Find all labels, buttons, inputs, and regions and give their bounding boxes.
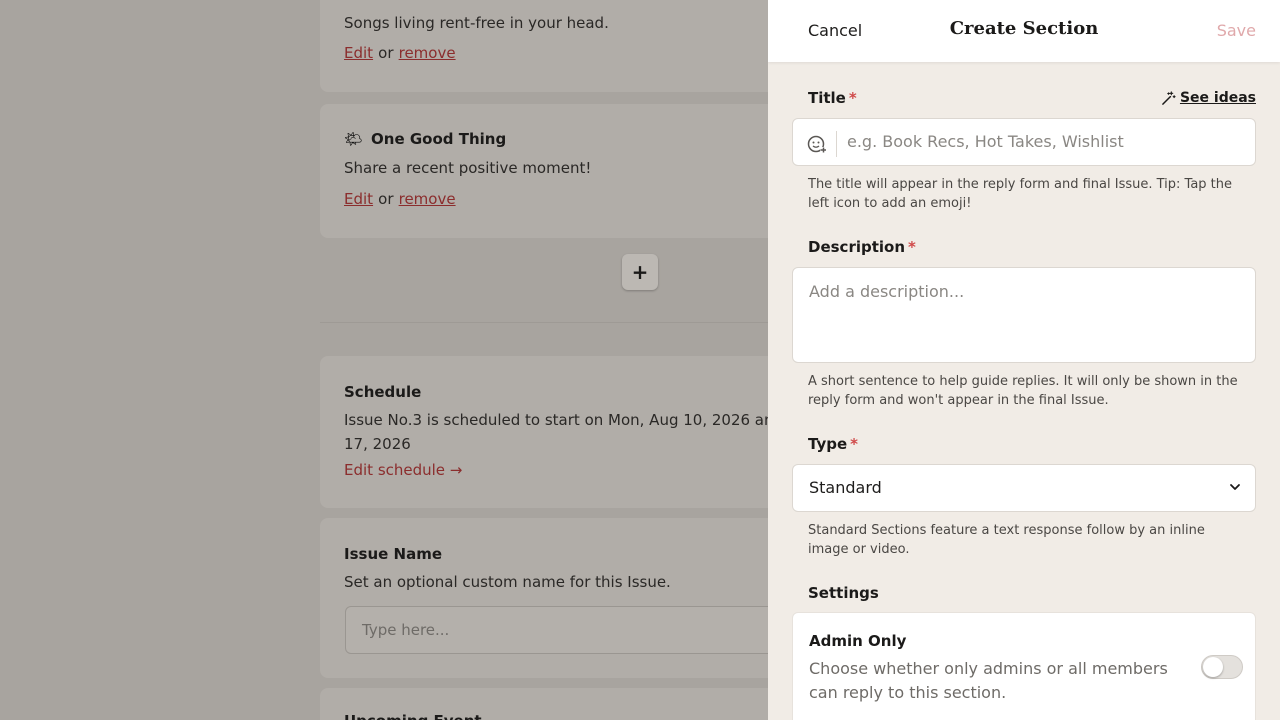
or-text: or bbox=[378, 190, 394, 208]
remove-link[interactable]: remove bbox=[399, 44, 456, 62]
edit-schedule-link[interactable]: Edit schedule → bbox=[344, 461, 462, 479]
section-title: One Good Thing bbox=[371, 130, 507, 148]
title-label-text: Title bbox=[808, 89, 846, 107]
type-selected-value: Standard bbox=[809, 478, 882, 497]
drawer-title: Create Section bbox=[949, 18, 1099, 39]
add-section-button[interactable]: + bbox=[622, 254, 658, 290]
section-card-one-good-thing: 🌤 One Good Thing Share a recent positive… bbox=[320, 104, 840, 238]
type-label: Type * bbox=[808, 435, 858, 453]
divider bbox=[320, 322, 768, 323]
upcoming-event-title: Upcoming Event bbox=[344, 712, 482, 720]
schedule-card: Schedule Issue No.3 is scheduled to star… bbox=[320, 356, 840, 508]
title-field[interactable]: e.g. Book Recs, Hot Takes, Wishlist bbox=[792, 118, 1256, 166]
section-description: Share a recent positive moment! bbox=[344, 159, 592, 177]
type-hint: Standard Sections feature a text respons… bbox=[808, 523, 1205, 557]
see-ideas-link[interactable]: See ideas bbox=[1161, 90, 1256, 106]
admin-only-description: Choose whether only admins or all member… bbox=[809, 659, 1168, 702]
issue-name-title: Issue Name bbox=[344, 545, 442, 563]
chevron-down-icon bbox=[1230, 484, 1240, 490]
or-text: or bbox=[378, 44, 394, 62]
schedule-title: Schedule bbox=[344, 383, 422, 401]
description-hint: A short sentence to help guide replies. … bbox=[808, 374, 1238, 408]
description-label: Description * bbox=[808, 238, 916, 256]
admin-only-title: Admin Only bbox=[809, 632, 907, 650]
create-section-drawer: Cancel Create Section Save Title * See id… bbox=[768, 0, 1280, 720]
description-input[interactable]: Add a description... bbox=[809, 282, 964, 301]
required-asterisk: * bbox=[850, 435, 858, 453]
description-field[interactable]: Add a description... bbox=[792, 267, 1256, 363]
issue-name-card: Issue Name Set an optional custom name f… bbox=[320, 518, 840, 678]
schedule-text-line2: 17, 2026 bbox=[344, 435, 411, 453]
required-asterisk: * bbox=[908, 238, 916, 256]
type-select[interactable]: Standard bbox=[792, 464, 1256, 512]
drawer-header: Cancel Create Section Save bbox=[768, 0, 1280, 62]
admin-only-setting: Admin Only Choose whether only admins or… bbox=[792, 612, 1256, 720]
issue-name-input[interactable]: Type here... bbox=[345, 606, 805, 654]
emoji-picker-icon[interactable] bbox=[805, 132, 829, 156]
toggle-knob bbox=[1203, 657, 1223, 677]
description-label-text: Description bbox=[808, 238, 906, 256]
title-input[interactable]: e.g. Book Recs, Hot Takes, Wishlist bbox=[847, 132, 1124, 151]
settings-label: Settings bbox=[808, 584, 879, 602]
title-hint: The title will appear in the reply form … bbox=[808, 177, 1233, 211]
save-button[interactable]: Save bbox=[1217, 21, 1256, 40]
sun-cloud-icon: 🌤 bbox=[344, 130, 364, 148]
schedule-text: Issue No.3 is scheduled to start on Mon,… bbox=[344, 411, 784, 429]
issue-name-description: Set an optional custom name for this Iss… bbox=[344, 573, 671, 591]
section-description: Songs living rent-free in your head. bbox=[344, 14, 609, 32]
section-card-songs: Songs living rent-free in your head. Edi… bbox=[320, 0, 840, 92]
edit-link[interactable]: Edit bbox=[344, 44, 373, 62]
see-ideas-text: See ideas bbox=[1179, 90, 1256, 106]
edit-link[interactable]: Edit bbox=[344, 190, 373, 208]
type-label-text: Type bbox=[808, 435, 848, 453]
upcoming-event-card: Upcoming Event bbox=[320, 688, 840, 720]
remove-link[interactable]: remove bbox=[399, 190, 456, 208]
admin-only-toggle[interactable] bbox=[1201, 655, 1243, 679]
magic-wand-icon bbox=[1162, 90, 1176, 105]
required-asterisk: * bbox=[848, 89, 857, 107]
title-label: Title * bbox=[808, 89, 857, 107]
field-separator bbox=[836, 131, 837, 157]
